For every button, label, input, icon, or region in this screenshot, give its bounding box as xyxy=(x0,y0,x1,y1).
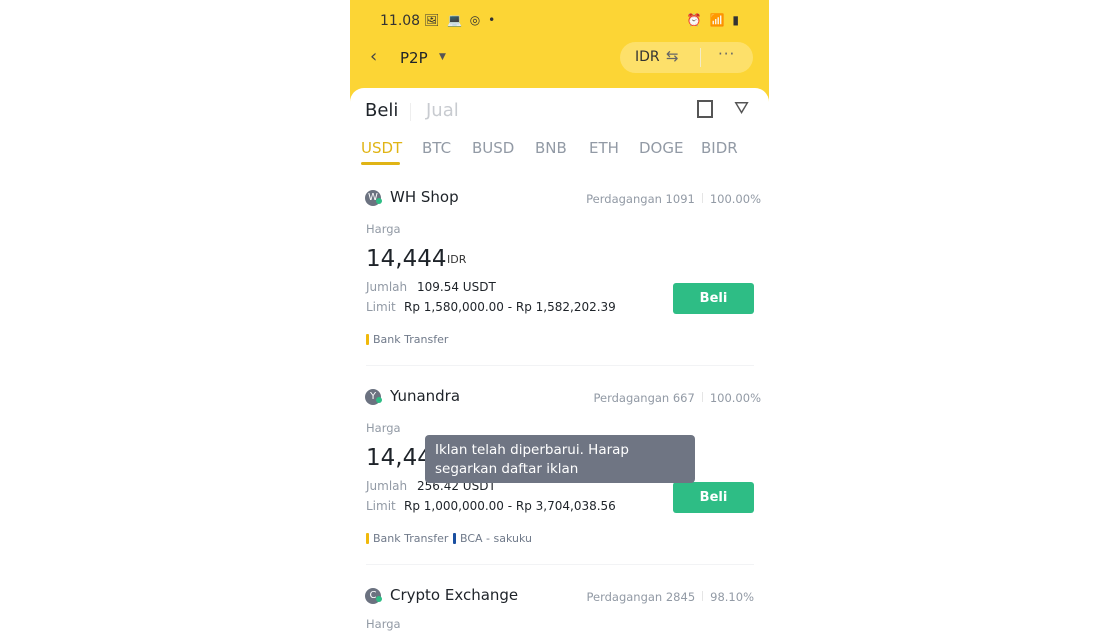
online-indicator xyxy=(376,397,382,403)
merchant-stats: Perdagangan 2845 98.10% xyxy=(586,590,754,604)
coin-tab-usdt[interactable]: USDT xyxy=(361,139,402,157)
payment-method: Bank Transfer xyxy=(366,333,448,346)
toast-message: Iklan telah diperbarui. Harap segarkan d… xyxy=(425,435,695,483)
header-actions: IDR ⇆ ··· xyxy=(620,42,753,73)
notification-icons: 🖼 💻 ◎ • xyxy=(424,13,498,27)
online-indicator xyxy=(376,596,382,602)
price-value: 14,44 xyxy=(366,445,432,471)
ad-listing: Y Yunandra Perdagangan 667 100.00% Harga … xyxy=(350,387,769,596)
ad-listing: W WH Shop Perdagangan 1091 100.00% Harga … xyxy=(350,188,769,397)
tab-buy[interactable]: Beli xyxy=(365,100,398,121)
limit-label: Limit xyxy=(366,499,396,513)
divider xyxy=(366,564,754,565)
merchant-name[interactable]: Crypto Exchange xyxy=(390,586,518,604)
merchant-stats: Perdagangan 1091 100.00% xyxy=(586,192,761,206)
coin-tab-btc[interactable]: BTC xyxy=(422,139,451,157)
trade-count: Perdagangan 2845 xyxy=(586,590,696,604)
page-title[interactable]: P2P xyxy=(400,49,428,67)
divider xyxy=(366,365,754,366)
back-chevron-icon[interactable]: ‹ xyxy=(370,46,377,67)
status-time: 11.08 xyxy=(380,13,421,29)
coin-tab-doge[interactable]: DOGE xyxy=(639,139,683,157)
coin-tab-busd[interactable]: BUSD xyxy=(472,139,514,157)
filter-icon[interactable]: ⛛ xyxy=(734,98,749,119)
price-label: Harga xyxy=(366,421,401,435)
divider xyxy=(700,48,701,67)
divider xyxy=(410,103,411,121)
more-icon[interactable]: ··· xyxy=(718,45,735,63)
completion-rate: 98.10% xyxy=(710,590,754,604)
amount-label: Jumlah xyxy=(366,479,408,493)
amount-value: 109.54 USDT xyxy=(417,280,496,294)
completion-rate: 100.00% xyxy=(709,391,761,405)
price-label: Harga xyxy=(366,222,401,236)
swap-icon[interactable]: ⇆ xyxy=(666,47,679,65)
amount-label: Jumlah xyxy=(366,280,408,294)
payment-method: BCA - sakuku xyxy=(453,532,532,545)
tab-sell[interactable]: Jual xyxy=(426,100,459,121)
buy-button[interactable]: Beli xyxy=(673,283,754,314)
price-value: 14,444 xyxy=(366,246,447,272)
active-tab-indicator xyxy=(361,162,400,165)
online-indicator xyxy=(376,198,382,204)
completion-rate: 100.00% xyxy=(709,192,761,206)
coin-tab-bidr[interactable]: BIDR xyxy=(701,139,738,157)
orders-icon[interactable] xyxy=(697,100,713,118)
payment-method: Bank Transfer xyxy=(366,532,448,545)
limit-value: Rp 1,000,000.00 - Rp 3,704,038.56 xyxy=(404,499,616,513)
caret-down-icon[interactable]: ▼ xyxy=(439,52,446,62)
system-status-icons: ⏰ 📶 ▮ xyxy=(686,13,741,27)
buy-button[interactable]: Beli xyxy=(673,482,754,513)
limit-value: Rp 1,580,000.00 - Rp 1,582,202.39 xyxy=(404,300,616,314)
coin-tab-bnb[interactable]: BNB xyxy=(535,139,567,157)
coin-tab-eth[interactable]: ETH xyxy=(589,139,619,157)
ad-listing: C Crypto Exchange Perdagangan 2845 98.10%… xyxy=(350,586,769,631)
merchant-stats: Perdagangan 667 100.00% xyxy=(593,391,761,405)
limit-label: Limit xyxy=(366,300,396,314)
price-currency: IDR xyxy=(447,253,467,266)
merchant-name[interactable]: WH Shop xyxy=(390,188,459,206)
fiat-currency-selector[interactable]: IDR xyxy=(635,49,660,65)
phone-screen: 11.08 🖼 💻 ◎ • ⏰ 📶 ▮ ‹ P2P ▼ IDR ⇆ ··· Be… xyxy=(350,0,769,630)
trade-count: Perdagangan 1091 xyxy=(586,192,695,206)
price-label: Harga xyxy=(366,617,401,631)
merchant-name[interactable]: Yunandra xyxy=(390,387,460,405)
trade-count: Perdagangan 667 xyxy=(593,391,695,405)
